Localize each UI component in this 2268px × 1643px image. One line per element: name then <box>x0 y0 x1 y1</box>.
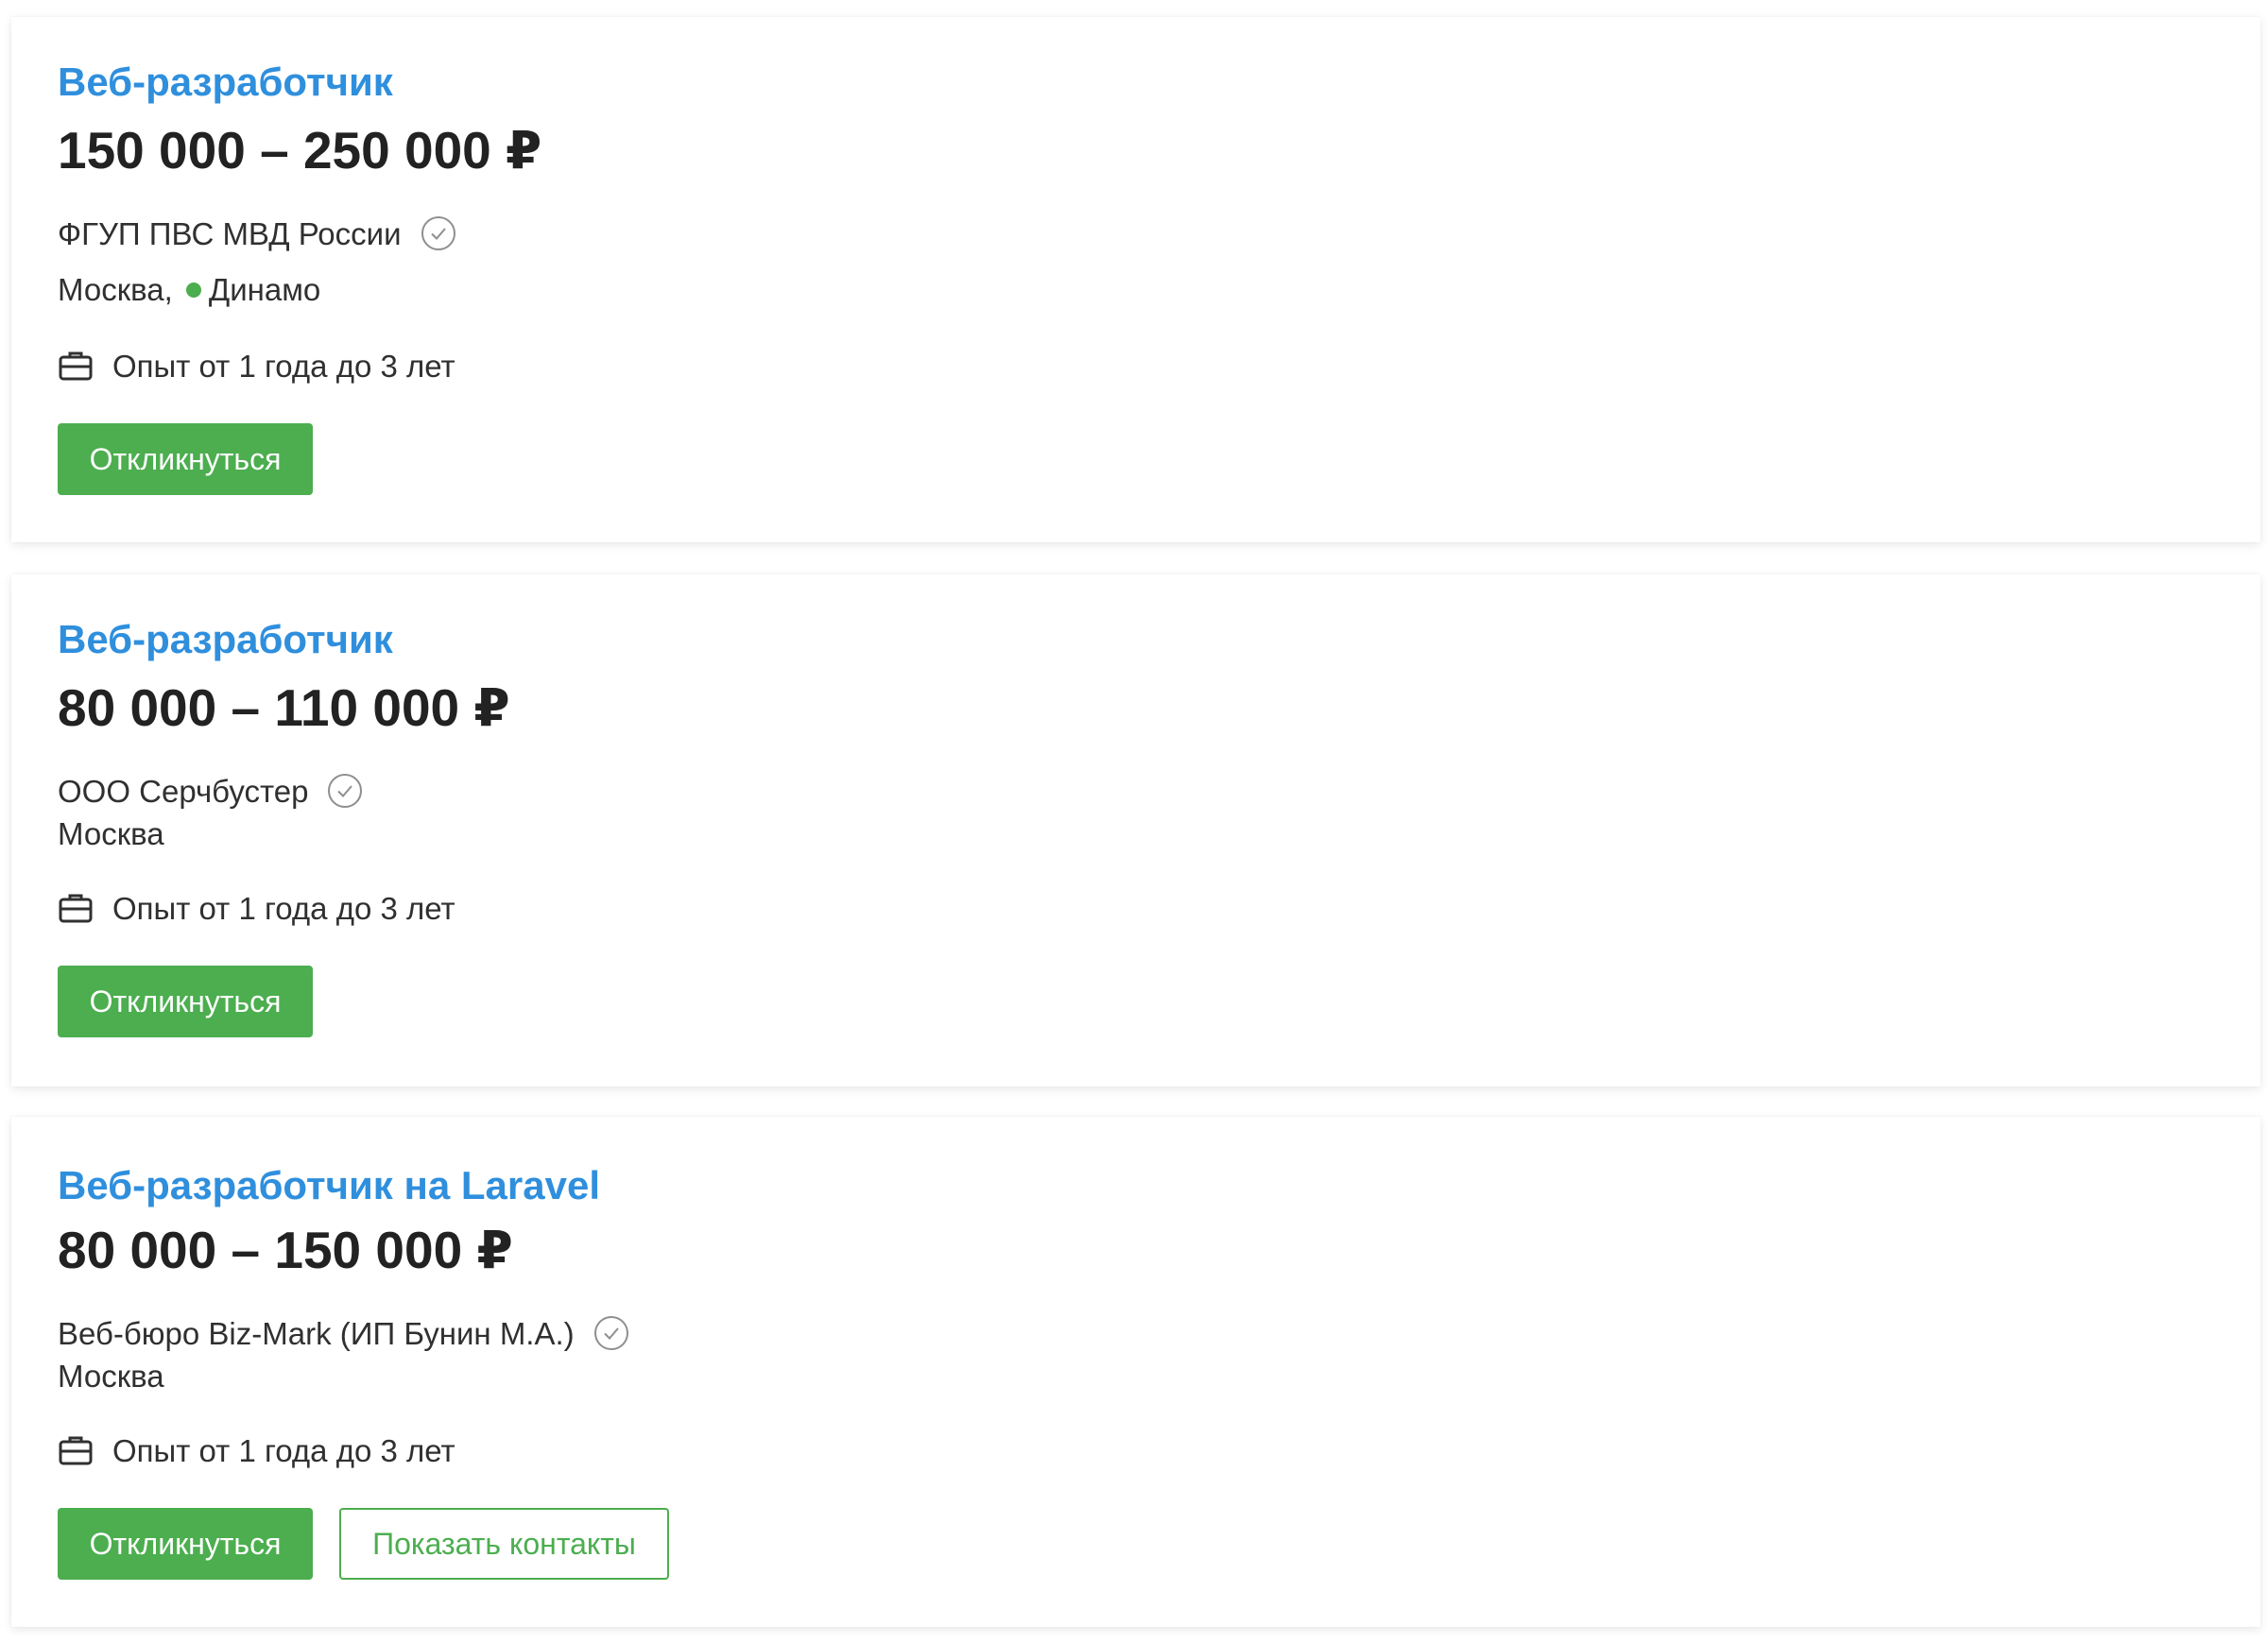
company-row: ФГУП ПВС МВД России <box>58 215 456 251</box>
apply-button[interactable]: Откликнуться <box>58 966 313 1037</box>
location-row: Москва <box>58 1361 164 1392</box>
vacancy-title-link[interactable]: Веб-разработчик на Laravel <box>58 1166 600 1206</box>
vacancy-salary: 80 000 – 110 000 ₽ <box>58 678 510 737</box>
location-row: Москва <box>58 818 164 849</box>
vacancy-salary: 80 000 – 150 000 ₽ <box>58 1221 513 1279</box>
experience-row: Опыт от 1 года до 3 лет <box>58 350 455 382</box>
experience-row: Опыт от 1 года до 3 лет <box>58 892 455 924</box>
experience-row: Опыт от 1 года до 3 лет <box>58 1434 455 1466</box>
apply-button[interactable]: Откликнуться <box>58 423 313 495</box>
company-row: Веб-бюро Biz-Mark (ИП Бунин М.А.) <box>58 1315 629 1351</box>
city-text: Москва, <box>58 272 173 307</box>
city-text: Москва <box>58 1359 164 1394</box>
vacancy-title-link[interactable]: Веб-разработчик <box>58 62 393 102</box>
briefcase-icon <box>59 894 93 923</box>
experience-text: Опыт от 1 года до 3 лет <box>112 890 455 926</box>
experience-text: Опыт от 1 года до 3 лет <box>112 348 455 384</box>
briefcase-icon <box>59 351 93 381</box>
show-contacts-button[interactable]: Показать контакты <box>339 1508 669 1580</box>
metro-dot-icon <box>185 282 201 298</box>
metro-station-text: Динамо <box>208 272 321 307</box>
verified-check-icon <box>328 774 363 808</box>
company-name-link[interactable]: ООО Серчбустер <box>58 776 308 807</box>
vacancy-card: Веб-разработчик 80 000 – 110 000 ₽ ООО С… <box>11 574 2260 1087</box>
company-name-link[interactable]: Веб-бюро Biz-Mark (ИП Бунин М.А.) <box>58 1318 575 1349</box>
company-name-link[interactable]: ФГУП ПВС МВД России <box>58 218 402 249</box>
city-text: Москва <box>58 816 164 851</box>
vacancy-salary: 150 000 – 250 000 ₽ <box>58 121 542 180</box>
experience-text: Опыт от 1 года до 3 лет <box>112 1432 455 1468</box>
verified-check-icon <box>421 216 455 250</box>
location-row: Москва, Динамо <box>58 274 320 305</box>
vacancy-list: Веб-разработчик 150 000 – 250 000 ₽ ФГУП… <box>0 0 2268 1643</box>
vacancy-title-link[interactable]: Веб-разработчик <box>58 620 393 659</box>
verified-check-icon <box>593 1316 628 1350</box>
vacancy-card: Веб-разработчик 150 000 – 250 000 ₽ ФГУП… <box>11 17 2260 542</box>
company-row: ООО Серчбустер <box>58 773 363 809</box>
apply-button[interactable]: Откликнуться <box>58 1508 313 1580</box>
briefcase-icon <box>59 1436 93 1465</box>
vacancy-card: Веб-разработчик на Laravel 80 000 – 150 … <box>11 1117 2260 1627</box>
